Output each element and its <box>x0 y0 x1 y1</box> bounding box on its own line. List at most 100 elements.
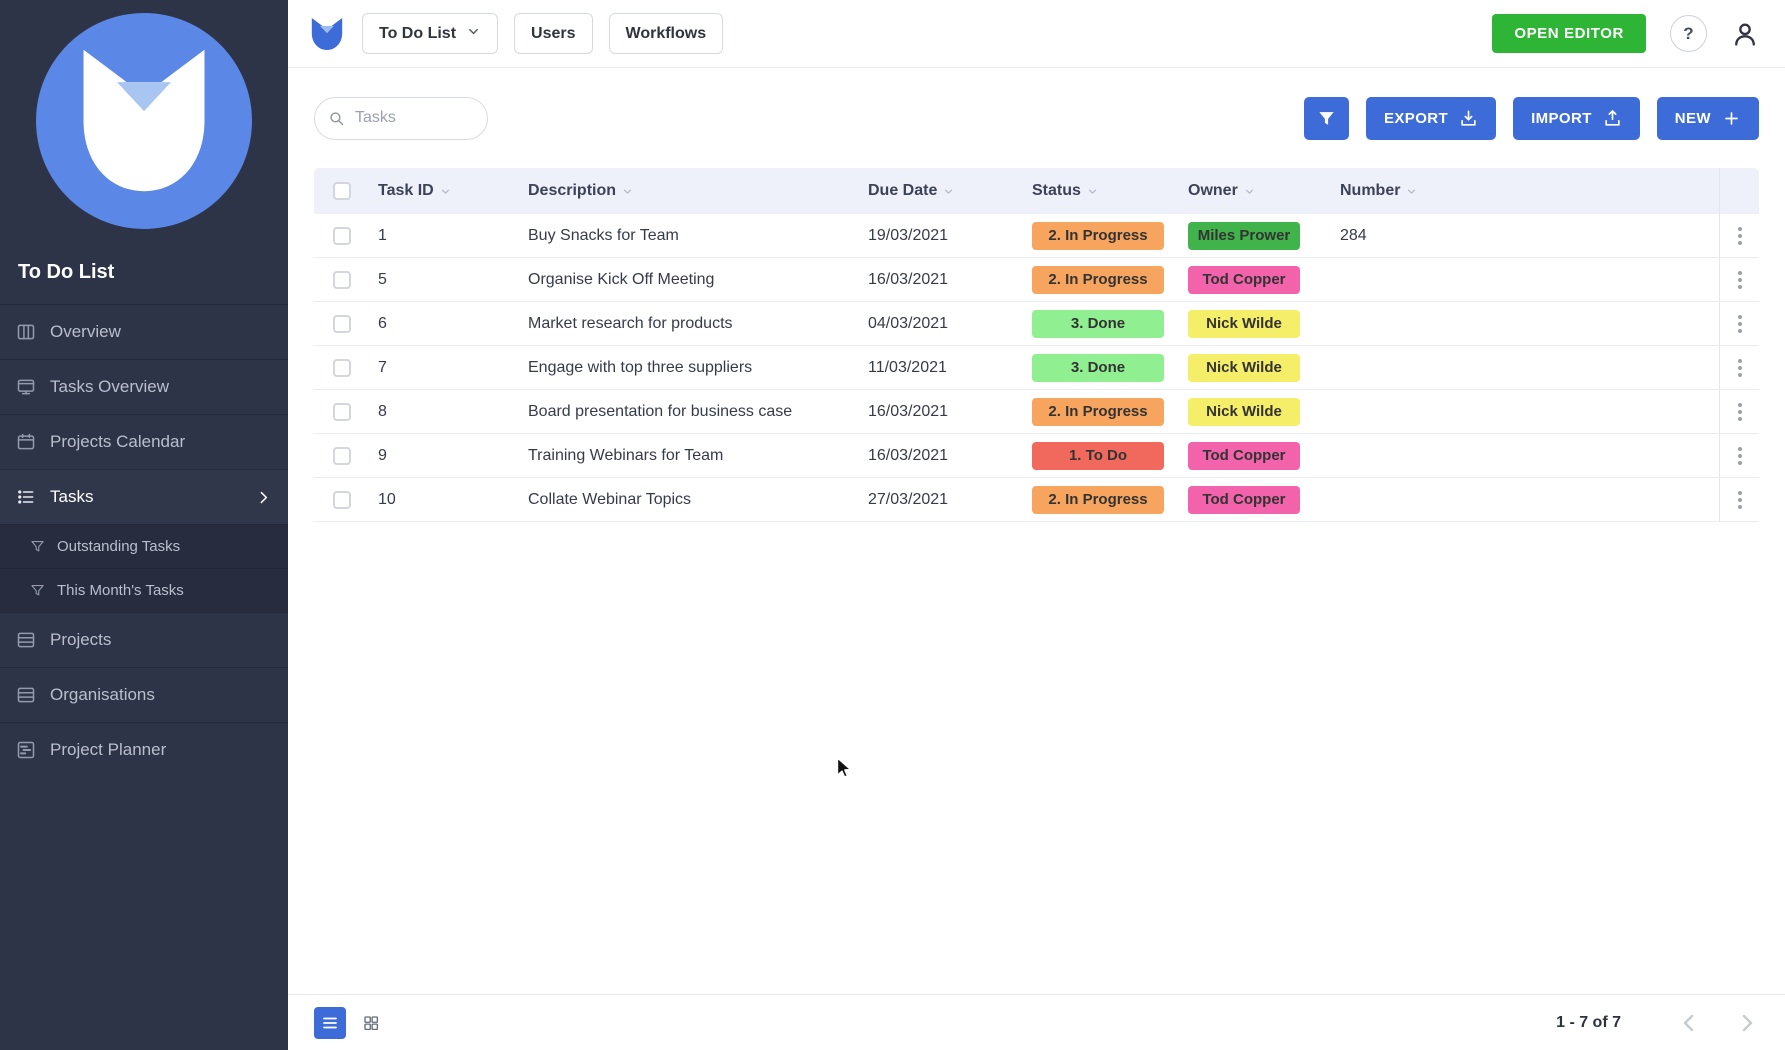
due-date-value: 11/03/2021 <box>868 358 947 376</box>
search-icon <box>330 111 344 125</box>
status-cell: 3. Done <box>1024 302 1180 345</box>
grid-view-button[interactable] <box>355 1007 387 1039</box>
row-checkbox[interactable] <box>333 446 351 465</box>
sidebar-item-tasks-overview[interactable]: Tasks Overview <box>0 359 288 414</box>
sidebar-item-this-months-tasks[interactable]: This Month's Tasks <box>0 568 288 612</box>
row-checkbox[interactable] <box>333 358 351 377</box>
table-row[interactable]: 10 Collate Webinar Topics 27/03/2021 2. … <box>314 478 1759 522</box>
row-checkbox-cell <box>314 214 370 257</box>
open-editor-button[interactable]: OPEN EDITOR <box>1492 14 1646 53</box>
user-icon <box>1735 23 1755 46</box>
chevron-down-icon <box>466 24 481 44</box>
toolbar: EXPORT IMPORT NEW <box>288 68 1785 168</box>
task-id-value: 1 <box>378 226 387 244</box>
task-id-value: 8 <box>378 402 387 420</box>
row-checkbox[interactable] <box>333 226 351 245</box>
select-all-checkbox[interactable] <box>333 182 351 200</box>
export-button[interactable]: EXPORT <box>1365 96 1497 140</box>
row-menu-kebab-icon[interactable] <box>1732 221 1748 251</box>
row-menu-kebab-icon[interactable] <box>1732 485 1748 515</box>
column-header-description[interactable]: Description <box>520 168 860 214</box>
table-row[interactable]: 7 Engage with top three suppliers 11/03/… <box>314 346 1759 390</box>
table-header-row: Task ID Description Due Date Status Owne… <box>314 168 1759 214</box>
due-date-value: 19/03/2021 <box>868 226 949 244</box>
number-value: 284 <box>1340 226 1367 244</box>
row-menu-cell <box>1719 434 1759 477</box>
import-button[interactable]: IMPORT <box>1513 96 1640 140</box>
sidebar-title: To Do List <box>18 261 115 283</box>
sidebar-item-projects[interactable]: Projects <box>0 612 288 667</box>
sidebar-item-projects-calendar[interactable]: Projects Calendar <box>0 414 288 469</box>
workflows-button[interactable]: Workflows <box>608 13 724 54</box>
column-label: Due Date <box>868 182 938 199</box>
app-logo-icon <box>308 15 346 53</box>
select-all-cell <box>314 168 370 214</box>
sidebar-item-tasks[interactable]: Tasks <box>0 469 288 524</box>
help-button[interactable]: ? <box>1670 15 1707 52</box>
row-checkbox[interactable] <box>333 490 351 509</box>
sidebar-item-outstanding-tasks[interactable]: Outstanding Tasks <box>0 524 288 568</box>
status-cell: 2. In Progress <box>1024 390 1180 433</box>
status-badge: 2. In Progress <box>1032 397 1164 426</box>
row-checkbox[interactable] <box>333 314 351 333</box>
column-header-number[interactable]: Number <box>1332 168 1719 214</box>
presentation-icon <box>16 377 36 397</box>
column-header-actions <box>1719 168 1759 214</box>
users-button-label: Users <box>531 24 576 42</box>
row-checkbox-cell <box>314 478 370 521</box>
status-badge: 3. Done <box>1032 309 1164 338</box>
column-label: Status <box>1032 182 1081 199</box>
sidebar-item-label: Organisations <box>50 685 155 704</box>
list-view-icon <box>323 1017 337 1028</box>
sidebar-item-organisations[interactable]: Organisations <box>0 667 288 722</box>
users-button[interactable]: Users <box>514 13 593 54</box>
table-row[interactable]: 6 Market research for products 04/03/202… <box>314 302 1759 346</box>
number-cell <box>1332 478 1719 521</box>
column-header-owner[interactable]: Owner <box>1180 168 1332 214</box>
header-right-group: OPEN EDITOR ? <box>1492 14 1759 53</box>
table-row[interactable]: 1 Buy Snacks for Team 19/03/2021 2. In P… <box>314 214 1759 258</box>
row-menu-cell <box>1719 302 1759 345</box>
row-menu-kebab-icon[interactable] <box>1732 353 1748 383</box>
row-checkbox[interactable] <box>333 270 351 289</box>
download-icon <box>1461 110 1476 126</box>
sidebar-item-overview[interactable]: Overview <box>0 304 288 359</box>
chevron-left-icon <box>1683 1014 1694 1031</box>
sort-icon <box>1245 188 1254 194</box>
owner-badge: Tod Copper <box>1188 485 1300 514</box>
column-header-task-id[interactable]: Task ID <box>370 168 520 214</box>
task-id-cell: 8 <box>370 390 520 433</box>
number-cell <box>1332 434 1719 477</box>
list-view-button[interactable] <box>314 1006 346 1039</box>
column-header-status[interactable]: Status <box>1024 168 1180 214</box>
new-button[interactable]: NEW <box>1656 96 1759 140</box>
table-row[interactable]: 5 Organise Kick Off Meeting 16/03/2021 2… <box>314 258 1759 302</box>
number-cell <box>1332 390 1719 433</box>
row-menu-cell <box>1719 346 1759 389</box>
user-menu-button[interactable] <box>1731 20 1759 48</box>
row-menu-kebab-icon[interactable] <box>1732 397 1748 427</box>
column-header-due-date[interactable]: Due Date <box>860 168 1024 214</box>
next-page-button[interactable] <box>1735 1011 1759 1035</box>
task-id-value: 10 <box>378 490 396 508</box>
description-value: Board presentation for business case <box>528 402 793 420</box>
table-row[interactable]: 8 Board presentation for business case 1… <box>314 390 1759 434</box>
row-menu-kebab-icon[interactable] <box>1732 265 1748 295</box>
due-date-cell: 04/03/2021 <box>860 302 1024 345</box>
owner-cell: Nick Wilde <box>1180 346 1332 389</box>
description-value: Organise Kick Off Meeting <box>528 270 715 288</box>
filter-button[interactable] <box>1303 96 1349 140</box>
row-menu-kebab-icon[interactable] <box>1732 441 1748 471</box>
sort-icon <box>945 188 953 194</box>
sidebar-item-project-planner[interactable]: Project Planner <box>0 722 288 777</box>
row-checkbox[interactable] <box>333 402 351 421</box>
table-row[interactable]: 9 Training Webinars for Team 16/03/2021 … <box>314 434 1759 478</box>
description-cell: Buy Snacks for Team <box>520 214 860 257</box>
row-menu-kebab-icon[interactable] <box>1732 309 1748 339</box>
workspace-selector-button[interactable]: To Do List <box>362 13 499 54</box>
filter-icon <box>1319 111 1334 125</box>
prev-page-button[interactable] <box>1677 1011 1701 1035</box>
sidebar-item-label: Outstanding Tasks <box>57 538 181 555</box>
task-id-cell: 10 <box>370 478 520 521</box>
workspace-selector-label: To Do List <box>379 24 457 42</box>
